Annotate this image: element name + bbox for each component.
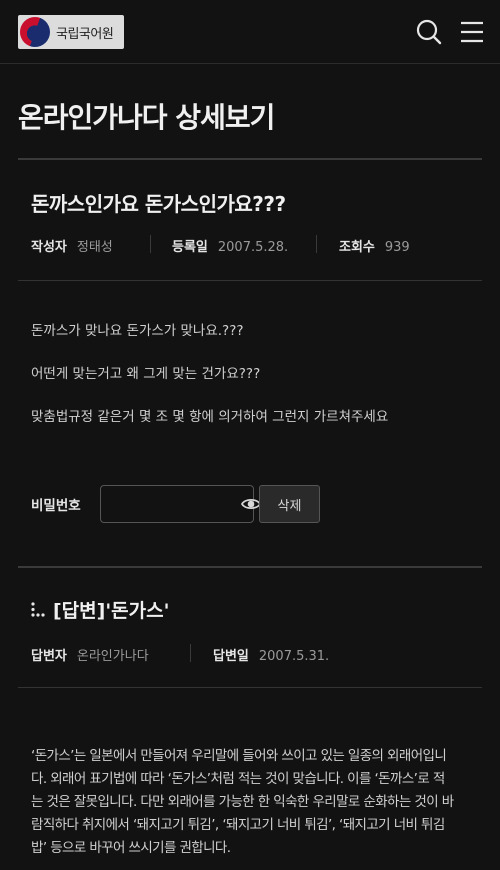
meta-separator bbox=[150, 235, 151, 253]
hamburger-menu-icon bbox=[461, 21, 483, 43]
site-logo-text: 국립국어원 bbox=[56, 26, 114, 42]
date-value: 2007.5.28. bbox=[217, 240, 289, 255]
answer-line: ‘돈가스’는 일본에서 만들어져 우리말에 들어와 쓰이고 있는 일종의 외래어… bbox=[31, 748, 447, 764]
password-label: 비밀번호 bbox=[31, 498, 81, 514]
divider bbox=[18, 158, 482, 160]
answer-line: 밥’ 등으로 바꾸어 쓰시기를 권합니다. bbox=[31, 840, 231, 856]
answerer-value: 온라인가나다 bbox=[76, 649, 149, 664]
answer-date: 답변일 2007.5.31. bbox=[213, 645, 329, 664]
answer-line: 람직하다 취지에서 ‘돼지고기 튀김’, ‘돼지고기 너비 튀김’, ‘돼지고기… bbox=[31, 817, 445, 833]
answer-line: 는 것은 잘못입니다. 다만 외래어를 가능한 한 익숙한 우리말로 순화하는 … bbox=[31, 794, 454, 810]
post-body-line: 돈까스가 맞나요 돈가스가 맞나요.??? bbox=[31, 323, 244, 339]
divider bbox=[18, 280, 482, 281]
answer-body: ‘돈가스’는 일본에서 만들어져 우리말에 들어와 쓰이고 있는 일종의 외래어… bbox=[31, 745, 471, 860]
divider bbox=[18, 566, 482, 568]
post-body-line: 어떤게 맞는거고 왜 그게 맞는 건가요??? bbox=[31, 366, 261, 382]
views-label: 조회수 bbox=[339, 240, 375, 255]
meta-separator bbox=[316, 235, 317, 253]
answerer: 답변자 온라인가나다 bbox=[31, 645, 149, 664]
delete-button[interactable]: 삭제 bbox=[259, 485, 320, 523]
password-input[interactable] bbox=[100, 485, 254, 523]
site-logo[interactable]: 국립국어원 bbox=[18, 15, 124, 49]
post-views: 조회수 939 bbox=[339, 236, 410, 255]
author-value: 정태성 bbox=[76, 240, 113, 255]
post-title: 돈까스인가요 돈가스인가요??? bbox=[31, 192, 286, 216]
meta-separator bbox=[190, 644, 191, 662]
date-label: 등록일 bbox=[172, 240, 208, 255]
page-title: 온라인가나다 상세보기 bbox=[18, 101, 275, 134]
views-value: 939 bbox=[384, 240, 410, 255]
answer-date-value: 2007.5.31. bbox=[258, 649, 330, 664]
answer-date-label: 답변일 bbox=[213, 649, 249, 664]
author-label: 작성자 bbox=[31, 240, 67, 255]
post-body-line: 맞춤법규정 같은거 몇 조 몇 항에 의거하여 그런지 가르쳐주세요 bbox=[31, 409, 389, 425]
answer-dots-icon bbox=[31, 601, 45, 617]
post-author: 작성자 정태성 bbox=[31, 236, 113, 255]
search-button[interactable] bbox=[415, 18, 443, 46]
taegeuk-emblem-icon bbox=[20, 17, 50, 47]
answer-title-text: [답변]'돈가스' bbox=[53, 600, 170, 622]
answer-line: 다. 외래어 표기법에 따라 ‘돈가스’처럼 적는 것이 맞습니다. 이를 ‘돈… bbox=[31, 771, 445, 787]
answerer-label: 답변자 bbox=[31, 649, 67, 664]
menu-button[interactable] bbox=[458, 18, 486, 46]
search-icon bbox=[416, 19, 442, 45]
answer-title: [답변]'돈가스' bbox=[31, 596, 169, 623]
divider bbox=[18, 687, 482, 688]
top-bar: 국립국어원 bbox=[0, 0, 500, 64]
post-date: 등록일 2007.5.28. bbox=[172, 236, 288, 255]
